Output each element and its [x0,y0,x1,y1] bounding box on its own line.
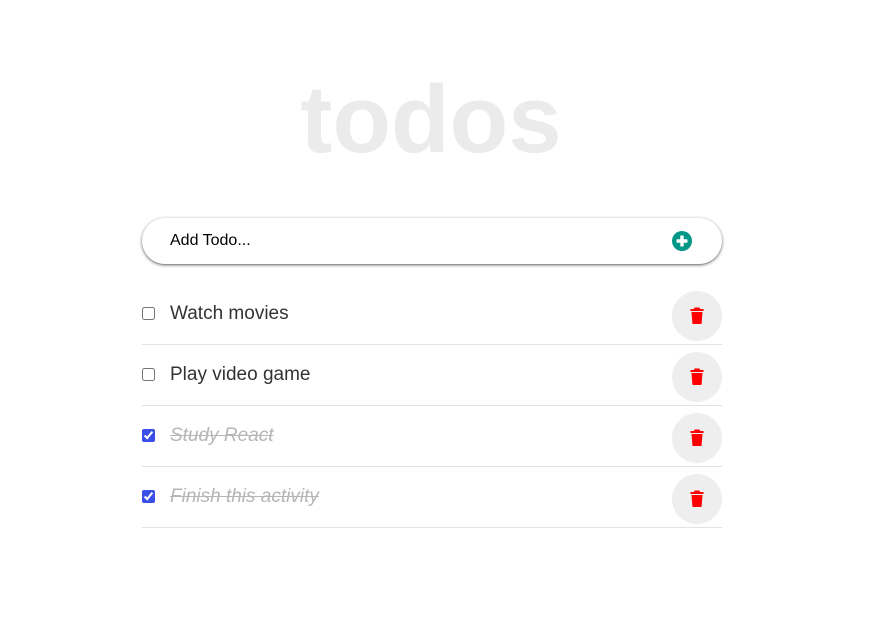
add-todo-input[interactable] [170,218,650,264]
trash-icon [690,368,704,385]
todo-label: Play video game [170,364,311,385]
delete-todo-button[interactable] [672,413,722,463]
trash-icon [690,490,704,507]
page-title: todos [300,66,562,173]
todo-item: Study React [142,406,722,467]
add-todo-bar [142,218,722,264]
delete-todo-button[interactable] [672,352,722,402]
todo-label: Finish this activity [170,486,319,507]
todo-list: Watch movies Play video game Study React [142,284,722,528]
delete-todo-button[interactable] [672,474,722,524]
todo-item: Watch movies [142,284,722,345]
trash-icon [690,429,704,446]
add-todo-button[interactable] [672,231,692,251]
todo-item: Play video game [142,345,722,406]
todo-checkbox[interactable] [142,368,155,381]
delete-todo-button[interactable] [672,291,722,341]
todo-app: todos Watch movies Play video game [0,0,879,639]
plus-circle-icon [672,231,692,251]
todo-checkbox[interactable] [142,429,155,442]
todo-label: Watch movies [170,303,289,324]
todo-checkbox[interactable] [142,490,155,503]
todo-item: Finish this activity [142,467,722,528]
todo-label: Study React [170,425,274,446]
trash-icon [690,307,704,324]
todo-checkbox[interactable] [142,307,155,320]
